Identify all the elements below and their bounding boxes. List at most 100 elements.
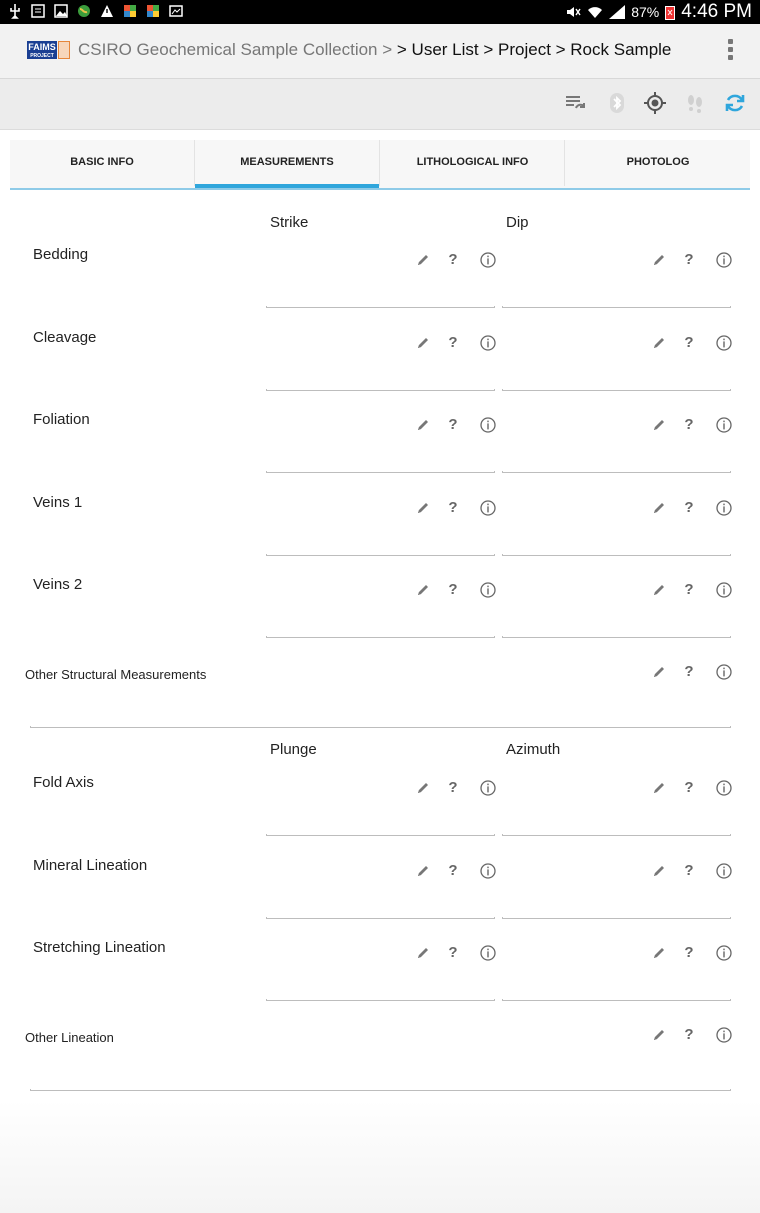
veins-2-dip-help-button[interactable]: ? [683,582,695,598]
foliation-strike-input[interactable] [266,471,495,473]
breadcrumb-path[interactable]: > User List > Project > Rock Sample [397,40,671,59]
tab-photolog[interactable]: PHOTOLOG [564,140,751,186]
foliation-dip-info-icon[interactable] [716,417,732,433]
battery-percent: 87% [631,4,660,20]
measurements-form: Strike Dip Other Structural Measurements… [10,190,750,1213]
fold-axis-plunge-help-button[interactable]: ? [447,780,459,796]
tab-basic-info[interactable]: BASIC INFO [10,140,194,186]
foliation-strike-info-icon[interactable] [480,417,496,433]
veins-2-dip-input[interactable] [502,636,731,638]
refresh-icon[interactable] [723,91,747,115]
foliation-dip-annotation-icon[interactable] [651,417,667,433]
breadcrumb-module[interactable]: CSIRO Geochemical Sample Collection > [78,40,392,59]
foliation-strike-help-button[interactable]: ? [447,417,459,433]
mineral-lineation-plunge-help-button[interactable]: ? [447,862,459,879]
foliation-strike-annotation-icon[interactable] [415,417,431,433]
stretching-lineation-azimuth-input[interactable] [502,999,731,1001]
other-lineation-input[interactable] [30,1089,731,1091]
veins-1-dip-help-button[interactable]: ? [683,499,695,516]
cleavage-strike-help-button[interactable]: ? [447,334,459,351]
cleavage-strike-input[interactable] [266,388,495,391]
other-lineation-info-icon[interactable] [716,1027,732,1043]
sync-settings-icon[interactable] [563,91,587,115]
other-structural-input[interactable] [30,726,731,728]
faims-logo[interactable]: FAIMS PROJECT [26,41,72,61]
fold-axis-plunge-annotation-icon[interactable] [415,780,431,796]
warning-icon [101,5,113,17]
mineral-lineation-plunge-info-icon[interactable] [480,862,496,879]
bedding-dip-annotation-icon[interactable] [651,252,667,268]
tab-measurements[interactable]: MEASUREMENTS [194,140,379,188]
veins-1-strike-info-icon[interactable] [480,499,496,516]
veins-1-dip-info-icon[interactable] [716,499,732,516]
veins-2-strike-help-button[interactable]: ? [447,582,459,598]
veins-2-strike-info-icon[interactable] [480,582,496,598]
field-label-stretching-lineation: Stretching Lineation [33,939,166,956]
bedding-strike-annotation-icon[interactable] [415,252,431,268]
stretching-lineation-azimuth-help-button[interactable]: ? [683,945,695,961]
footsteps-icon[interactable] [683,91,707,115]
battery-icon [665,5,676,20]
gps-target-icon[interactable] [643,91,667,115]
bedding-strike-input[interactable] [266,306,495,308]
mineral-lineation-azimuth-info-icon[interactable] [716,862,732,879]
other-structural-help-button[interactable]: ? [683,664,695,680]
mineral-lineation-plunge-input[interactable] [266,916,495,919]
fold-axis-azimuth-input[interactable] [502,834,731,836]
bedding-strike-help-button[interactable]: ? [447,252,459,268]
cleavage-strike-annotation-icon[interactable] [415,335,431,351]
cleavage-strike-info-icon[interactable] [480,334,496,351]
veins-1-strike-help-button[interactable]: ? [447,499,459,516]
bedding-strike-info-icon[interactable] [480,252,496,268]
fold-axis-azimuth-info-icon[interactable] [716,780,732,796]
field-label-other-lineation: Other Lineation [25,1030,114,1045]
stretching-lineation-azimuth-annotation-icon[interactable] [651,945,667,961]
bluetooth-icon[interactable] [605,91,629,115]
fold-axis-azimuth-annotation-icon[interactable] [651,780,667,796]
breadcrumb: CSIRO Geochemical Sample Collection > > … [78,40,671,60]
other-structural-info-icon[interactable] [716,664,732,680]
fold-axis-plunge-input[interactable] [266,834,495,836]
mineral-lineation-azimuth-annotation-icon[interactable] [651,863,667,879]
bottom-spacer [0,1100,760,1213]
bedding-dip-input[interactable] [502,306,731,308]
other-lineation-annotation-icon[interactable] [651,1027,667,1043]
other-structural-annotation-icon[interactable] [651,664,667,680]
veins-1-strike-input[interactable] [266,553,495,556]
tab-bar: BASIC INFO MEASUREMENTS LITHOLOGICAL INF… [10,140,750,190]
stretching-lineation-plunge-info-icon[interactable] [480,945,496,961]
status-bar: 87% 4:46 PM [0,0,760,24]
bedding-dip-help-button[interactable]: ? [683,252,695,268]
foliation-dip-input[interactable] [502,471,731,473]
foliation-dip-help-button[interactable]: ? [683,417,695,433]
cleavage-dip-help-button[interactable]: ? [683,334,695,351]
veins-2-dip-annotation-icon[interactable] [651,582,667,598]
veins-2-strike-annotation-icon[interactable] [415,582,431,598]
tab-lithological-info[interactable]: LITHOLOGICAL INFO [379,140,565,186]
field-label-veins-2: Veins 2 [33,576,83,593]
stretching-lineation-plunge-help-button[interactable]: ? [447,945,459,961]
veins-2-strike-input[interactable] [266,636,495,638]
overflow-menu-icon[interactable] [725,39,735,65]
column-header-dip: Dip [506,214,529,231]
fold-axis-plunge-info-icon[interactable] [480,780,496,796]
mute-icon [567,7,581,17]
mineral-lineation-azimuth-help-button[interactable]: ? [683,862,695,879]
veins-2-dip-info-icon[interactable] [716,582,732,598]
bedding-dip-info-icon[interactable] [716,252,732,268]
cleavage-dip-annotation-icon[interactable] [651,335,667,351]
action-bar: FAIMS PROJECT CSIRO Geochemical Sample Co… [0,24,760,79]
stretching-lineation-plunge-input[interactable] [266,999,495,1001]
stretching-lineation-azimuth-info-icon[interactable] [716,945,732,961]
field-label-veins-1: Veins 1 [33,493,83,511]
veins-1-strike-annotation-icon[interactable] [415,500,431,516]
mineral-lineation-azimuth-input[interactable] [502,916,731,919]
other-lineation-help-button[interactable]: ? [683,1027,695,1043]
fold-axis-azimuth-help-button[interactable]: ? [683,780,695,796]
veins-1-dip-annotation-icon[interactable] [651,500,667,516]
cleavage-dip-info-icon[interactable] [716,334,732,351]
stretching-lineation-plunge-annotation-icon[interactable] [415,945,431,961]
cleavage-dip-input[interactable] [502,388,731,391]
veins-1-dip-input[interactable] [502,553,731,556]
mineral-lineation-plunge-annotation-icon[interactable] [415,863,431,879]
